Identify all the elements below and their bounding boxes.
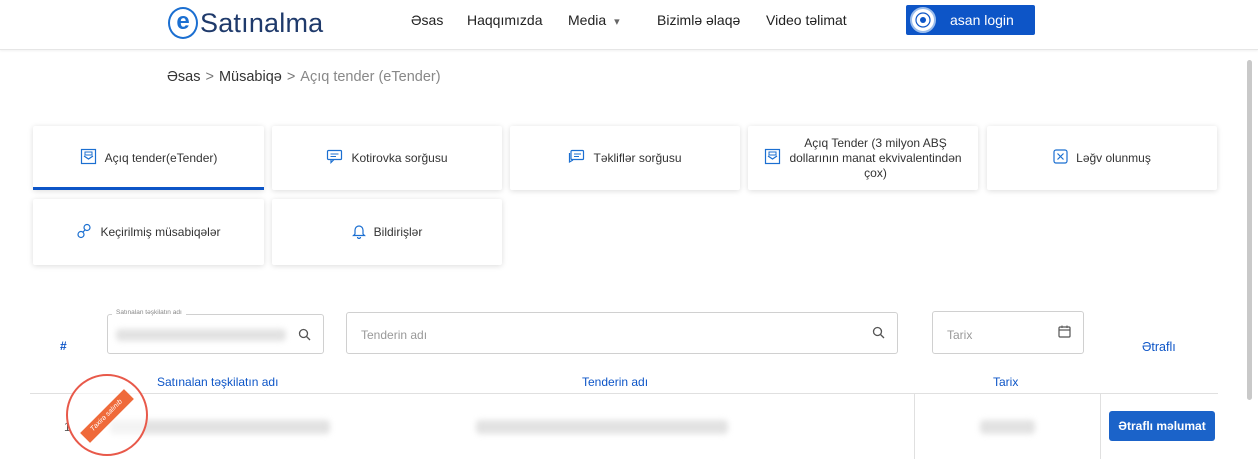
envelope-icon <box>764 148 781 168</box>
logo-text: Satınalma <box>200 7 324 38</box>
asan-login-label: asan login <box>950 12 1014 28</box>
card-label: Təkliflər sorğusu <box>593 151 682 165</box>
chat-icon <box>568 149 585 167</box>
column-header-date[interactable]: Tarix <box>993 375 1018 389</box>
nav-media-label: Media <box>568 12 607 28</box>
link-icon <box>76 223 92 242</box>
org-field-legend: Satınalan təşkilatın adı <box>112 309 186 316</box>
card-label: Açıq tender(eTender) <box>104 151 218 165</box>
breadcrumb-separator: > <box>205 69 214 85</box>
asan-login-button[interactable]: asan login <box>906 5 1035 35</box>
card-label-line: çox) <box>864 165 887 180</box>
column-number-header: # <box>60 339 67 353</box>
blurred-org-value <box>116 329 286 341</box>
blurred-tender-name <box>476 420 728 434</box>
breadcrumb-current: Açıq tender (eTender) <box>300 69 441 85</box>
tab-proposals[interactable]: Təkliflər sorğusu <box>510 126 740 190</box>
calendar-icon <box>1058 325 1071 341</box>
postponed-stamp: Təxirə salınıb <box>66 374 148 456</box>
org-search-input[interactable] <box>107 314 324 354</box>
site-logo[interactable]: e Satınalma <box>168 4 323 42</box>
logo-e-mark: e <box>168 7 198 39</box>
tender-placeholder: Tenderin adı <box>361 328 428 342</box>
column-divider <box>1100 394 1101 459</box>
search-icon <box>298 328 311 344</box>
column-header-org[interactable]: Satınalan təşkilatın adı <box>157 375 278 389</box>
envelope-icon <box>80 148 97 168</box>
top-header: e Satınalma Əsas Haqqımızda Media ▾ Bizim… <box>0 0 1258 50</box>
card-label: Bildirişlər <box>373 225 423 239</box>
date-placeholder: Tarix <box>947 328 973 342</box>
postponed-stamp-label: Təxirə salınıb <box>80 389 134 443</box>
tab-completed-tenders[interactable]: Keçirilmiş müsabiqələr <box>33 199 264 265</box>
card-label: Keçirilmiş müsabiqələr <box>100 225 221 239</box>
blurred-date <box>980 420 1035 434</box>
card-label: Açıq Tender (3 milyon ABŞ dollarının man… <box>789 136 961 181</box>
breadcrumb-section[interactable]: Müsabiqə <box>219 69 282 85</box>
nav-item-media[interactable]: Media ▾ <box>568 12 620 28</box>
card-label-line: dollarının manat ekvivalentindən <box>789 150 962 165</box>
nav-item-contact[interactable]: Bizimlə əlaqə <box>657 12 740 28</box>
nav-item-video[interactable]: Video təlimat <box>766 12 847 28</box>
table-divider <box>30 393 1218 394</box>
column-header-tender[interactable]: Tenderin adı <box>582 375 648 389</box>
tab-open-tender-large[interactable]: Açıq Tender (3 milyon ABŞ dollarının man… <box>748 126 978 190</box>
tab-quotation[interactable]: Kotirovka sorğusu <box>272 126 502 190</box>
tender-search-input[interactable]: Tenderin adı <box>346 312 898 354</box>
card-label: Kotirovka sorğusu <box>351 151 448 165</box>
breadcrumb-home[interactable]: Əsas <box>167 69 200 85</box>
breadcrumb-separator: > <box>286 69 296 85</box>
tab-open-tender[interactable]: Açıq tender(eTender) <box>33 126 264 190</box>
close-box-icon <box>1053 149 1068 167</box>
bell-icon <box>351 223 366 242</box>
details-column-header: Ətraflı <box>1142 340 1176 354</box>
asan-emblem-icon <box>910 7 936 33</box>
nav-item-home[interactable]: Əsas <box>411 12 443 28</box>
page-scrollbar[interactable] <box>1247 60 1252 400</box>
date-input[interactable]: Tarix <box>932 311 1084 354</box>
card-label: Ləğv olunmuş <box>1076 151 1151 165</box>
details-button[interactable]: Ətraflı məlumat <box>1109 411 1215 441</box>
tab-notifications[interactable]: Bildirişlər <box>272 199 502 265</box>
chat-icon <box>326 149 343 167</box>
column-divider <box>914 394 915 459</box>
chevron-down-icon: ▾ <box>614 16 620 28</box>
tab-cancelled[interactable]: Ləğv olunmuş <box>987 126 1217 190</box>
breadcrumb: Əsas > Müsabiqə > Açıq tender (eTender) <box>167 69 441 85</box>
card-label-line: Açıq Tender (3 milyon ABŞ <box>804 135 947 150</box>
search-icon <box>872 326 885 342</box>
nav-item-about[interactable]: Haqqımızda <box>467 12 542 28</box>
